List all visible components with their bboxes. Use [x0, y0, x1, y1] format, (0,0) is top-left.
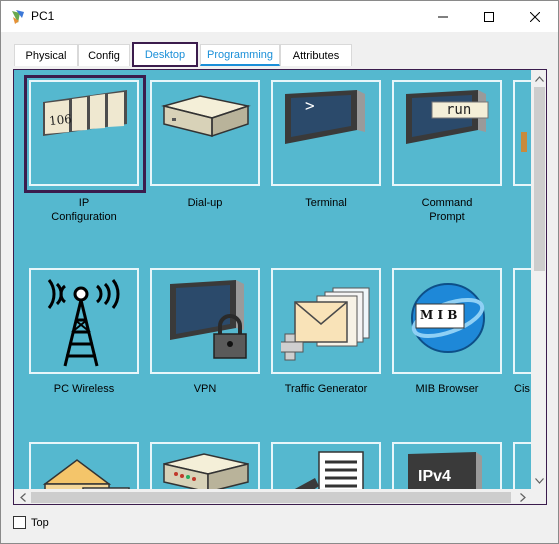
maximize-button[interactable]	[466, 1, 512, 32]
vertical-scrollbar[interactable]	[531, 70, 546, 489]
app-label-dial-up: Dial-up	[187, 197, 223, 209]
title-bar: PC1	[1, 1, 558, 32]
vpn-lock-icon	[162, 276, 254, 366]
terminal-icon-prompt: >	[305, 96, 315, 115]
app-label-vpn: VPN	[193, 383, 217, 395]
scrollbar-corner	[531, 489, 546, 504]
partial-icon	[521, 132, 527, 152]
scroll-right-arrow[interactable]	[514, 489, 531, 504]
scroll-left-arrow[interactable]	[14, 489, 31, 504]
packet-tracer-app-icon	[10, 9, 26, 25]
modem-icon	[160, 92, 252, 142]
app-label-terminal: Terminal	[305, 197, 347, 209]
top-checkbox[interactable]	[13, 516, 26, 529]
tab-desktop[interactable]: Desktop	[132, 42, 198, 67]
bottom-bar: Top	[1, 506, 558, 543]
app-tile-ip-configuration[interactable]: 106	[29, 80, 139, 186]
ip-config-icon-text: 106	[48, 111, 73, 129]
mib-browser-icon-text: M I B	[420, 308, 458, 322]
app-label-ip-configuration: IP Configuration	[51, 197, 117, 223]
close-button[interactable]	[512, 1, 558, 32]
app-label-mib-browser: MIB Browser	[415, 383, 479, 395]
app-tile-traffic-generator[interactable]	[271, 268, 381, 374]
app-label-command-prompt: Command Prompt	[421, 197, 473, 223]
minimize-button[interactable]	[420, 1, 466, 32]
terminal-icon	[281, 88, 373, 148]
tab-attributes[interactable]: Attributes	[280, 44, 352, 66]
app-tile-vpn[interactable]	[150, 268, 260, 374]
command-prompt-icon	[402, 88, 494, 148]
ipv4-icon-text: IPv4	[418, 468, 451, 485]
vertical-scroll-thumb[interactable]	[534, 87, 545, 271]
window-title: PC1	[31, 9, 55, 23]
app-tile-mib-browser[interactable]: M I B	[392, 268, 502, 374]
scroll-down-arrow[interactable]	[531, 472, 546, 489]
traffic-generator-icon	[281, 280, 375, 366]
app-label-traffic-generator: Traffic Generator	[284, 383, 368, 395]
wireless-tower-icon	[35, 274, 133, 370]
app-tile-terminal[interactable]: >	[271, 80, 381, 186]
tab-config[interactable]: Config	[78, 44, 130, 66]
tab-physical[interactable]: Physical	[14, 44, 78, 66]
app-tile-dial-up[interactable]	[150, 80, 260, 186]
app-label-pc-wireless: PC Wireless	[53, 383, 115, 395]
horizontal-scroll-thumb[interactable]	[31, 492, 511, 503]
desktop-panel: 106 IP Configuration Dial-up > Terminal …	[13, 69, 547, 505]
app-tile-command-prompt[interactable]: run	[392, 80, 502, 186]
scroll-up-arrow[interactable]	[531, 70, 546, 87]
horizontal-scrollbar[interactable]	[14, 489, 531, 504]
top-checkbox-label: Top	[31, 517, 49, 529]
app-tile-pc-wireless[interactable]	[29, 268, 139, 374]
tab-programming[interactable]: Programming	[200, 44, 280, 66]
command-prompt-icon-text: run	[446, 102, 472, 118]
pc1-window: PC1 Physical Config Desktop Programming …	[0, 0, 559, 544]
tab-bar: Physical Config Desktop Programming Attr…	[1, 32, 558, 69]
